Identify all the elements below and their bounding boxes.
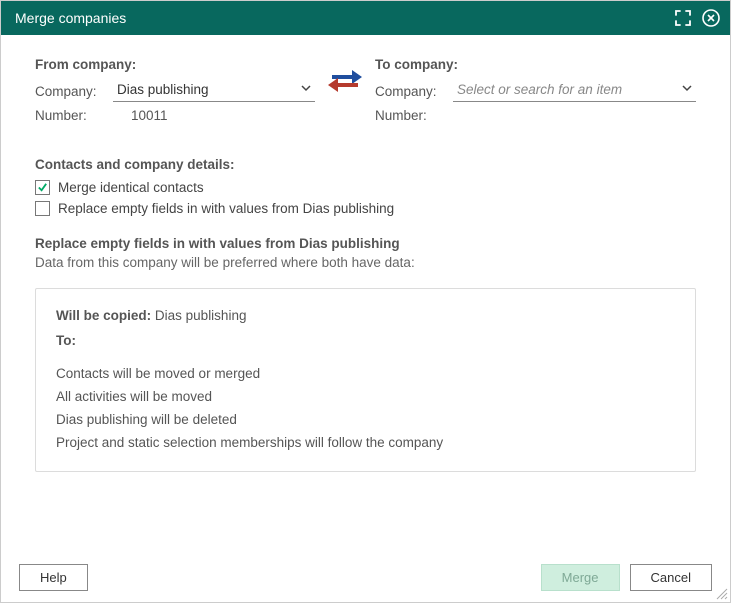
merge-button[interactable]: Merge — [541, 564, 620, 591]
to-company-select[interactable]: Select or search for an item — [453, 80, 696, 102]
summary-line: Project and static selection memberships… — [56, 432, 675, 455]
summary-line: Dias publishing will be deleted — [56, 409, 675, 432]
summary-list: Contacts will be moved or merged All act… — [56, 363, 675, 455]
swap-arrows — [315, 57, 375, 98]
dialog-footer: Help Merge Cancel — [1, 552, 730, 602]
resize-grip-icon[interactable] — [714, 586, 728, 600]
replace-section: Replace empty fields in with values from… — [35, 236, 696, 472]
cancel-button[interactable]: Cancel — [630, 564, 712, 591]
to-company-panel: To company: Company: Select or search fo… — [375, 57, 696, 129]
dialog-content: From company: Company: Dias publishing N… — [1, 35, 730, 482]
from-number-value: 10011 — [113, 108, 168, 123]
replace-subtitle: Data from this company will be preferred… — [35, 255, 696, 270]
replace-empty-checkbox[interactable] — [35, 201, 50, 216]
summary-copied-label: Will be copied: — [56, 308, 151, 323]
summary-line: Contacts will be moved or merged — [56, 363, 675, 386]
help-button[interactable]: Help — [19, 564, 88, 591]
dialog-title: Merge companies — [15, 10, 126, 26]
merge-summary: Will be copied: Dias publishing To: Cont… — [35, 288, 696, 472]
to-company-label: Company: — [375, 84, 453, 99]
replace-title: Replace empty fields in with values from… — [35, 236, 696, 251]
to-company-placeholder: Select or search for an item — [457, 82, 622, 97]
to-number-label: Number: — [375, 108, 453, 123]
contacts-heading: Contacts and company details: — [35, 157, 696, 172]
from-number-label: Number: — [35, 108, 113, 123]
from-heading: From company: — [35, 57, 315, 72]
close-icon[interactable] — [702, 9, 720, 27]
contacts-section: Contacts and company details: Merge iden… — [35, 157, 696, 216]
chevron-down-icon — [680, 81, 694, 98]
merge-contacts-label: Merge identical contacts — [58, 180, 204, 195]
to-heading: To company: — [375, 57, 696, 72]
chevron-down-icon — [299, 81, 313, 98]
merge-contacts-checkbox[interactable] — [35, 180, 50, 195]
summary-line: All activities will be moved — [56, 386, 675, 409]
maximize-icon[interactable] — [674, 9, 692, 27]
from-company-select[interactable]: Dias publishing — [113, 80, 315, 102]
from-company-panel: From company: Company: Dias publishing N… — [35, 57, 315, 129]
from-company-label: Company: — [35, 84, 113, 99]
summary-copied-value: Dias publishing — [155, 308, 247, 323]
summary-to-label: To: — [56, 330, 675, 353]
from-company-value: Dias publishing — [117, 82, 209, 97]
titlebar: Merge companies — [1, 1, 730, 35]
swap-arrows-icon[interactable] — [326, 67, 364, 98]
titlebar-controls — [674, 9, 720, 27]
replace-empty-label: Replace empty fields in with values from… — [58, 201, 394, 216]
